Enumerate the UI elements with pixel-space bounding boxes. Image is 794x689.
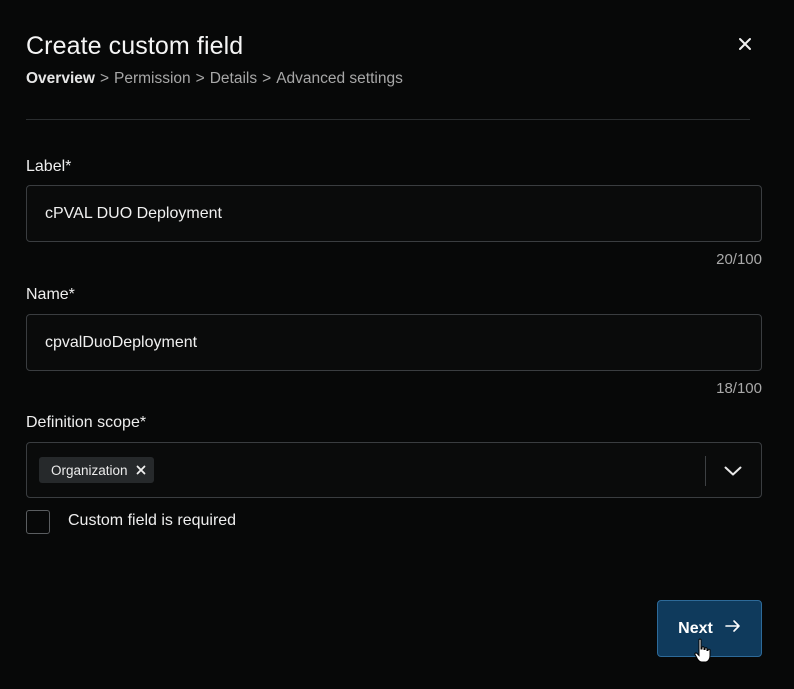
breadcrumb-item-details[interactable]: Details <box>210 70 257 88</box>
name-input-value: cpvalDuoDeployment <box>45 333 198 351</box>
close-button[interactable] <box>733 34 757 58</box>
next-button-label: Next <box>678 619 713 637</box>
create-custom-field-dialog: Create custom field Overview > Permissio… <box>0 0 794 689</box>
definition-scope-select[interactable]: Organization <box>26 442 762 498</box>
dialog-title: Create custom field <box>26 32 244 60</box>
scope-chip-organization: Organization <box>39 457 154 483</box>
definition-scope-label: Definition scope* <box>26 414 147 431</box>
breadcrumb-separator: > <box>99 70 109 87</box>
close-icon[interactable] <box>136 465 146 475</box>
name-char-counter: 18/100 <box>716 380 762 397</box>
label-input[interactable]: cPVAL DUO Deployment <box>26 185 762 242</box>
close-icon <box>738 37 752 56</box>
breadcrumb-separator: > <box>195 70 205 87</box>
chevron-down-icon[interactable] <box>721 459 745 483</box>
breadcrumb-item-overview[interactable]: Overview <box>26 70 95 88</box>
label-input-value: cPVAL DUO Deployment <box>45 204 222 222</box>
name-input[interactable]: cpvalDuoDeployment <box>26 314 762 371</box>
hand-pointer-icon <box>694 638 712 669</box>
breadcrumb-separator: > <box>262 70 272 87</box>
header-divider <box>26 119 750 120</box>
select-divider <box>705 456 706 486</box>
breadcrumb-item-advanced-settings[interactable]: Advanced settings <box>276 70 403 88</box>
label-char-counter: 20/100 <box>716 251 762 268</box>
breadcrumb: Overview > Permission > Details > Advanc… <box>26 70 403 88</box>
required-checkbox[interactable] <box>26 510 50 534</box>
name-field-label: Name* <box>26 286 75 303</box>
arrow-right-icon <box>725 619 741 638</box>
label-field-label: Label* <box>26 158 72 175</box>
required-checkbox-label[interactable]: Custom field is required <box>68 512 236 530</box>
chip-label: Organization <box>51 462 128 478</box>
breadcrumb-item-permission[interactable]: Permission <box>114 70 191 88</box>
